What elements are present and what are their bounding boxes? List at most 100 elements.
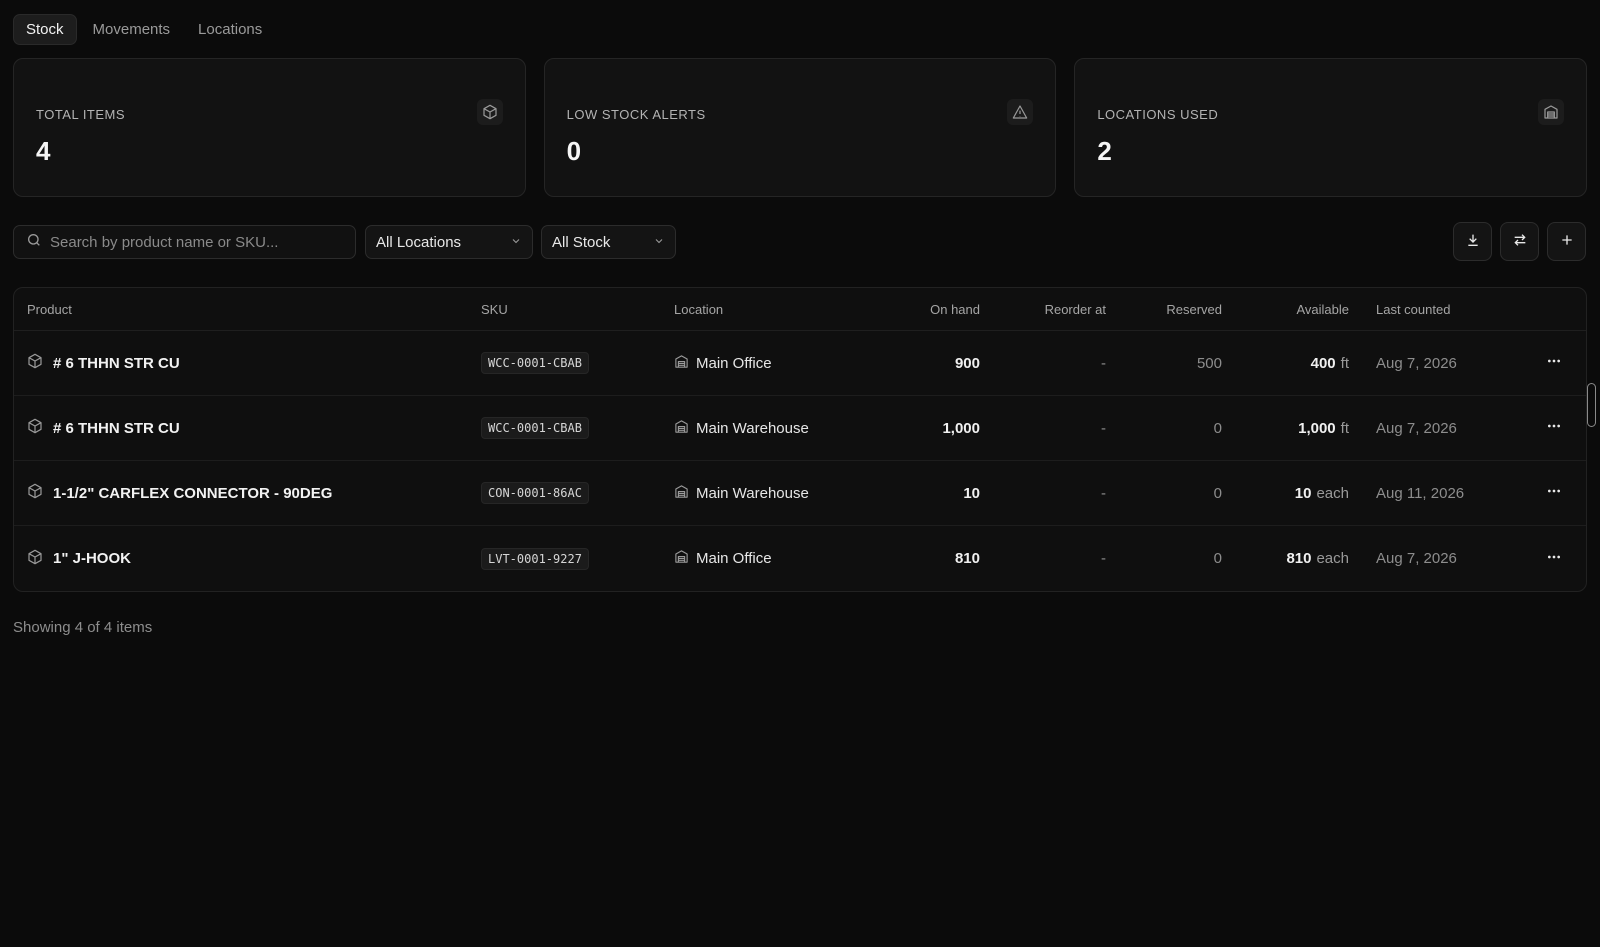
low-stock-alerts-card: LOW STOCK ALERTS 0 xyxy=(543,58,1057,197)
row-menu-button[interactable] xyxy=(1546,418,1562,438)
stock-table: Product SKU Location On hand Reorder at … xyxy=(13,287,1587,592)
header-sku[interactable]: SKU xyxy=(481,302,508,317)
export-button[interactable] xyxy=(1453,222,1492,261)
card-label: TOTAL ITEMS xyxy=(36,107,126,122)
header-on-hand[interactable]: On hand xyxy=(930,302,980,317)
table-header: Product SKU Location On hand Reorder at … xyxy=(14,288,1586,331)
product-name[interactable]: # 6 THHN STR CU xyxy=(53,355,180,372)
product-cell: # 6 THHN STR CU xyxy=(27,353,180,373)
sku-badge: CON-0001-86AC xyxy=(481,482,589,504)
available-cell: 400 ft xyxy=(1311,355,1349,372)
available-value: 810 xyxy=(1286,550,1312,567)
more-horizontal-icon xyxy=(1548,424,1560,428)
on-hand-value: 900 xyxy=(954,354,980,372)
card-label: LOW STOCK ALERTS xyxy=(566,107,706,122)
header-location[interactable]: Location xyxy=(674,302,723,317)
card-label: LOCATIONS USED xyxy=(1097,107,1219,122)
scrollbar-thumb[interactable] xyxy=(1587,383,1596,427)
table-row[interactable]: # 6 THHN STR CU WCC-0001-CBAB Main Wareh… xyxy=(14,396,1586,461)
row-menu-button[interactable] xyxy=(1546,549,1562,569)
row-menu-button[interactable] xyxy=(1546,483,1562,503)
tab-bar: Stock Movements Locations xyxy=(13,14,274,45)
sku-badge: LVT-0001-9227 xyxy=(481,547,589,570)
tab-movements[interactable]: Movements xyxy=(81,14,183,45)
last-counted-value: Aug 7, 2026 xyxy=(1376,419,1457,437)
transfer-button[interactable] xyxy=(1500,222,1539,261)
chevron-down-icon xyxy=(510,234,522,251)
unit-label: ft xyxy=(1340,354,1349,372)
add-item-button[interactable] xyxy=(1547,222,1586,261)
product-name[interactable]: # 6 THHN STR CU xyxy=(53,420,180,437)
plus-icon xyxy=(1559,232,1575,252)
box-icon xyxy=(476,99,503,125)
search-box xyxy=(13,225,356,259)
location-filter-value: All Locations xyxy=(376,233,462,251)
locations-used-card: LOCATIONS USED 2 xyxy=(1074,58,1587,197)
stock-filter-value: All Stock xyxy=(552,233,611,251)
header-last-counted[interactable]: Last counted xyxy=(1376,302,1450,317)
product-cell: 1" J-HOOK xyxy=(27,549,131,569)
product-name[interactable]: 1-1/2" CARFLEX CONNECTOR - 90DEG xyxy=(53,485,332,502)
product-cell: # 6 THHN STR CU xyxy=(27,418,180,438)
search-input[interactable] xyxy=(50,233,340,251)
reserved-value: 0 xyxy=(1213,419,1222,437)
summary-cards: TOTAL ITEMS 4 LOW STOCK ALERTS 0 LOCATIO… xyxy=(13,58,1587,197)
product-name[interactable]: 1" J-HOOK xyxy=(53,550,131,567)
table-row[interactable]: 1-1/2" CARFLEX CONNECTOR - 90DEG CON-000… xyxy=(14,461,1586,526)
location-cell: Main Warehouse xyxy=(674,484,809,503)
location-name: Main Office xyxy=(696,550,772,567)
location-name: Main Office xyxy=(696,354,772,372)
tab-stock[interactable]: Stock xyxy=(13,14,77,45)
alert-triangle-icon xyxy=(1007,99,1034,125)
sku-badge: WCC-0001-CBAB xyxy=(481,352,589,374)
toolbar: All Locations All Stock xyxy=(13,222,1587,261)
last-counted-value: Aug 7, 2026 xyxy=(1376,550,1457,567)
card-value: 0 xyxy=(566,136,582,166)
arrows-swap-icon xyxy=(1512,232,1528,252)
stock-filter-select[interactable]: All Stock xyxy=(541,225,676,259)
reorder-at-value: - xyxy=(1101,484,1106,502)
card-value: 2 xyxy=(1097,136,1112,166)
box-icon xyxy=(27,549,43,569)
unit-label: each xyxy=(1316,484,1349,502)
download-icon xyxy=(1465,232,1481,252)
last-counted-value: Aug 7, 2026 xyxy=(1376,354,1457,372)
location-cell: Main Office xyxy=(674,549,772,568)
warehouse-icon xyxy=(674,484,689,503)
total-items-card: TOTAL ITEMS 4 xyxy=(13,58,526,197)
reserved-value: 500 xyxy=(1196,354,1222,372)
row-menu-button[interactable] xyxy=(1546,353,1562,373)
search-icon xyxy=(26,232,42,252)
unit-label: ft xyxy=(1340,419,1349,437)
reorder-at-value: - xyxy=(1101,419,1106,437)
available-value: 1,000 xyxy=(1298,419,1336,437)
reorder-at-value: - xyxy=(1101,354,1106,372)
box-icon xyxy=(27,483,43,503)
location-filter-select[interactable]: All Locations xyxy=(365,225,533,259)
table-row[interactable]: # 6 THHN STR CU WCC-0001-CBAB Main Offic… xyxy=(14,331,1586,396)
warehouse-icon xyxy=(674,549,689,568)
unit-label: each xyxy=(1316,550,1349,567)
available-cell: 810 each xyxy=(1286,550,1349,567)
on-hand-value: 10 xyxy=(963,484,980,502)
available-cell: 10 each xyxy=(1295,485,1349,502)
last-counted-value: Aug 11, 2026 xyxy=(1376,484,1465,502)
product-cell: 1-1/2" CARFLEX CONNECTOR - 90DEG xyxy=(27,483,332,503)
reserved-value: 0 xyxy=(1213,484,1222,502)
pagination-summary: Showing 4 of 4 items xyxy=(13,619,153,636)
on-hand-value: 810 xyxy=(954,550,980,567)
warehouse-icon xyxy=(674,419,689,438)
more-horizontal-icon xyxy=(1548,489,1560,493)
location-cell: Main Office xyxy=(674,354,772,373)
tab-locations[interactable]: Locations xyxy=(186,14,274,45)
header-reserved[interactable]: Reserved xyxy=(1166,302,1222,317)
header-product[interactable]: Product xyxy=(27,302,72,317)
available-value: 400 xyxy=(1310,354,1336,372)
warehouse-icon xyxy=(674,354,689,373)
location-name: Main Warehouse xyxy=(696,484,809,502)
available-value: 10 xyxy=(1294,484,1312,502)
header-reorder-at[interactable]: Reorder at xyxy=(1045,302,1106,317)
header-available[interactable]: Available xyxy=(1296,302,1349,317)
more-horizontal-icon xyxy=(1548,359,1560,363)
table-row[interactable]: 1" J-HOOK LVT-0001-9227 Main Office 810 … xyxy=(14,526,1586,591)
